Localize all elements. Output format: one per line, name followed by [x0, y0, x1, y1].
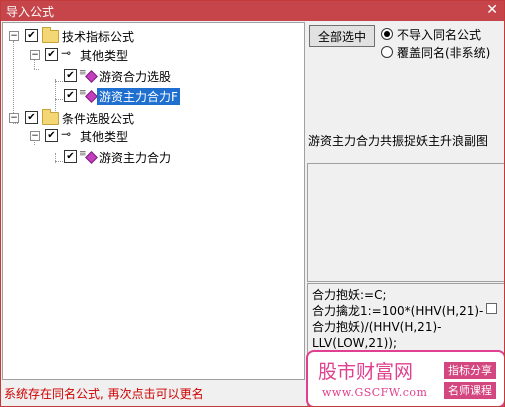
key-icon: ⊸ — [61, 127, 72, 141]
watermark-url: www.GSCFW.com — [322, 386, 428, 399]
checkbox[interactable]: ✔ — [64, 69, 77, 82]
watermark-logo: 股市财富网 www.GSCFW.com 指标分享 名师课程 — [306, 350, 504, 406]
code-checkbox[interactable] — [486, 303, 497, 314]
tree-node-label: 技术指标公式 — [62, 30, 135, 44]
checkbox[interactable]: ✔ — [25, 29, 38, 42]
tree-node-label: 游资主力合力F — [97, 88, 180, 105]
checkbox[interactable]: ✔ — [64, 150, 77, 163]
tree-node-label: 其他类型 — [80, 49, 129, 63]
close-icon[interactable]: ✕ — [486, 2, 498, 18]
collapse-icon[interactable]: − — [9, 113, 19, 123]
formula-gem-icon — [85, 151, 98, 164]
import-formula-dialog: 导入公式 ✕ − ✔ 技术指标公式 − ✔ ⊸ 其他类型 ✔ ≡ 游资合力选股 … — [0, 0, 505, 407]
tree-node-other-types[interactable]: − ✔ ⊸ 其他类型 — [3, 46, 303, 64]
key-icon: ⊸ — [61, 46, 72, 60]
collapse-icon[interactable]: − — [30, 50, 40, 60]
radio-no-import-label[interactable]: 不导入同名公式 — [397, 26, 481, 43]
tree-node-label: 其他类型 — [80, 130, 129, 144]
watermark-tag-share: 指标分享 — [444, 362, 496, 379]
watermark-tag-course: 名师课程 — [444, 382, 496, 399]
tree-node-label: 游资合力选股 — [99, 70, 172, 84]
tree-node-other-types-2[interactable]: − ✔ ⊸ 其他类型 — [3, 127, 303, 145]
checkbox[interactable]: ✔ — [45, 129, 58, 142]
radio-no-import[interactable] — [381, 28, 393, 40]
radio-overwrite[interactable] — [381, 46, 393, 58]
folder-icon — [42, 27, 59, 43]
radio-overwrite-label[interactable]: 覆盖同名(非系统) — [397, 44, 490, 61]
preview-panel — [307, 163, 504, 282]
status-message: 系统存在同名公式, 再次点击可以更名 — [4, 387, 204, 401]
checkbox[interactable]: ✔ — [45, 48, 58, 61]
collapse-icon[interactable]: − — [9, 31, 19, 41]
title-bar[interactable]: 导入公式 ✕ — [1, 1, 504, 21]
formula-gem-icon — [85, 70, 98, 83]
tree-node-formula[interactable]: ✔ ≡ 游资合力选股 — [3, 67, 303, 85]
tree-node-label: 条件选股公式 — [62, 112, 135, 126]
collapse-icon[interactable]: − — [30, 131, 40, 141]
window-title: 导入公式 — [6, 5, 55, 19]
formula-gem-icon — [85, 90, 98, 103]
select-all-button[interactable]: 全部选中 — [309, 25, 375, 47]
tree-node-label: 游资主力合力 — [99, 151, 172, 165]
tree-node-technical-formulas[interactable]: − ✔ 技术指标公式 — [3, 27, 303, 45]
tree-node-formula-selected[interactable]: ✔ ≡ 游资主力合力F — [3, 87, 303, 105]
formula-code: 合力抱妖:=C; 合力擒龙1:=100*(HHV(H,21)-合力抱妖)/(HH… — [312, 288, 484, 350]
folder-icon — [42, 109, 59, 125]
formula-tree[interactable]: − ✔ 技术指标公式 − ✔ ⊸ 其他类型 ✔ ≡ 游资合力选股 ✔ ≡ 游资主… — [2, 22, 305, 380]
tree-node-condition-formulas[interactable]: − ✔ 条件选股公式 — [3, 109, 303, 127]
tree-node-formula-3[interactable]: ✔ ≡ 游资主力合力 — [3, 148, 303, 166]
formula-description: 游资主力合力共振捉妖主升浪副图 — [308, 134, 489, 148]
checkbox[interactable]: ✔ — [64, 89, 77, 102]
watermark-brand: 股市财富网 — [318, 361, 414, 383]
checkbox[interactable]: ✔ — [25, 111, 38, 124]
